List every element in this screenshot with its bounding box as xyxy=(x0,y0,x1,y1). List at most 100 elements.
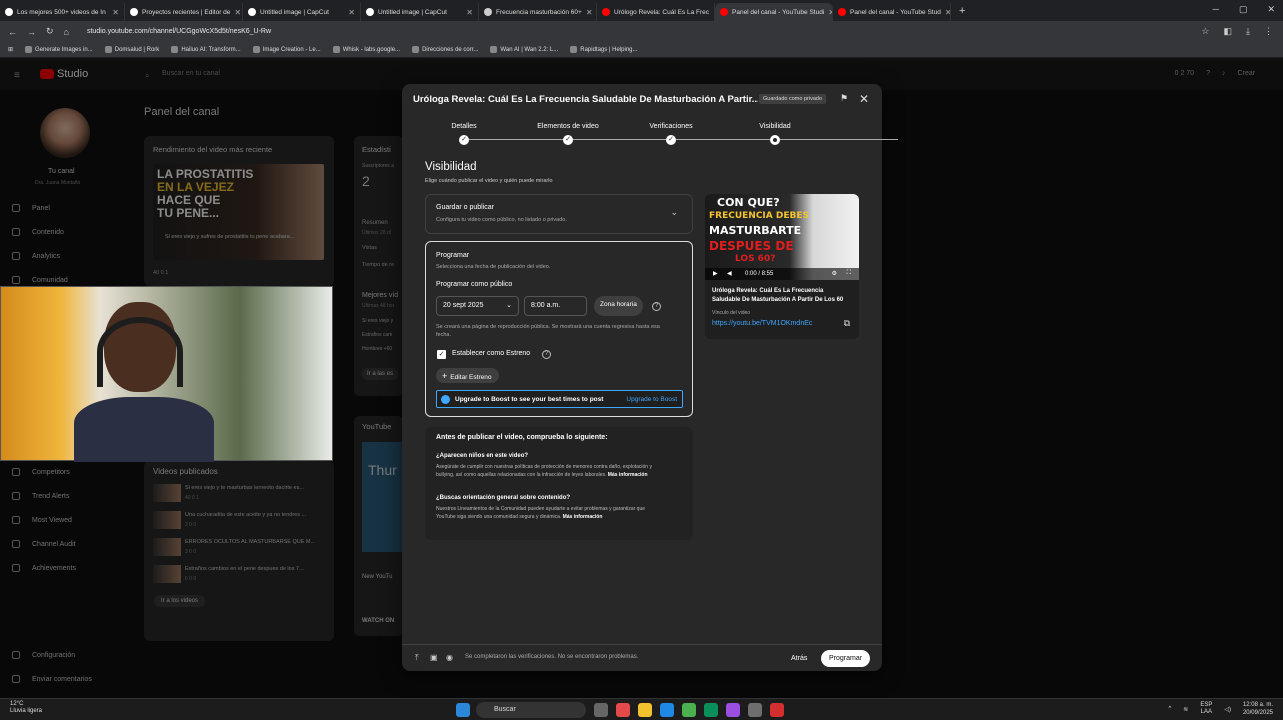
weather-widget[interactable]: 12°C Lluvia ligera xyxy=(10,701,42,715)
bookmark-item[interactable]: Domsalud | Rork xyxy=(104,46,159,53)
chevron-down-icon[interactable]: ⌄ xyxy=(670,207,678,218)
language-indicator[interactable]: ESP LAA xyxy=(1200,702,1212,716)
browser-tab[interactable]: Proyectos recientes | Editor de ✕ xyxy=(125,3,243,21)
whatsapp-icon[interactable] xyxy=(704,703,718,717)
video-link-label: Vínculo del video xyxy=(712,310,751,316)
premiere-label[interactable]: Establecer como Estreno xyxy=(452,350,530,357)
browser-tab[interactable]: Panel del canal - YouTube Stud ✕ xyxy=(833,3,951,21)
schedule-button[interactable]: Programar xyxy=(821,650,871,667)
bookmark-item[interactable]: Hailuo AI: Transform... xyxy=(171,46,241,53)
visibility-subheading: Elige cuándo publicar el video y quién p… xyxy=(425,178,553,184)
bookmark-item[interactable]: Image Creation - Le... xyxy=(252,46,321,53)
bookmark-icon xyxy=(490,46,498,53)
step-visibility[interactable]: Visibilidad xyxy=(759,123,790,130)
windows-start-icon[interactable] xyxy=(456,703,470,717)
download-icon[interactable]: ⤓ xyxy=(1246,26,1250,37)
tab-close-icon[interactable]: ✕ xyxy=(586,8,593,17)
date-select[interactable]: 20 sept 2025 ⌄ xyxy=(436,296,519,316)
schedule-note: Se creará una página de reproducción púb… xyxy=(436,324,660,338)
folder-icon[interactable] xyxy=(638,703,652,717)
more-info-link[interactable]: Más información xyxy=(563,514,603,520)
checks-heading: Antes de publicar el video, comprueba lo… xyxy=(436,434,608,441)
bookmark-item[interactable]: Rapidtags | Helping... xyxy=(570,46,638,53)
video-player[interactable]: CON QUE? FRECUENCIA DEBES MASTURBARTE DE… xyxy=(705,194,859,280)
tab-close-icon[interactable]: ✕ xyxy=(234,8,241,17)
tab-favicon-icon xyxy=(838,8,846,16)
bookmark-item[interactable]: Direcciones de corr... xyxy=(412,46,478,53)
tab-close-icon[interactable]: ✕ xyxy=(348,8,355,17)
store-icon[interactable] xyxy=(682,703,696,717)
menu-icon[interactable]: ⋮ xyxy=(1264,26,1273,37)
thumb-line: FRECUENCIA DEBES xyxy=(709,211,809,221)
minimize-button[interactable]: ─ xyxy=(1213,4,1219,15)
more-info-link[interactable]: Más información xyxy=(608,472,648,478)
new-tab-button[interactable]: + xyxy=(959,5,965,17)
extensions-icon[interactable]: ◧ xyxy=(1224,26,1233,37)
children-question: ¿Aparecen niños en este video? xyxy=(436,453,529,459)
task-view-icon[interactable] xyxy=(594,703,608,717)
app-icon[interactable] xyxy=(748,703,762,717)
volume-icon[interactable]: ◁) xyxy=(1224,706,1231,713)
browser-tab[interactable]: Untitled image | CapCut ✕ xyxy=(361,3,479,21)
copy-icon[interactable]: ⧉ xyxy=(844,318,850,329)
bookmark-label: Hailuo AI: Transform... xyxy=(181,46,241,53)
apps-icon[interactable]: ⊞ xyxy=(8,46,13,53)
fullscreen-icon[interactable]: ⛶ xyxy=(847,270,851,277)
upload-icon[interactable]: ⤒ xyxy=(415,653,419,663)
schedule-section: Programar Selecciona una fecha de public… xyxy=(425,241,693,417)
maximize-button[interactable]: ▢ xyxy=(1239,4,1248,15)
clock[interactable]: 12:08 a. m. 20/09/2025 xyxy=(1243,701,1273,717)
step-done-icon[interactable]: ✓ xyxy=(666,135,676,145)
edit-premiere-button[interactable]: + Editar Estreno xyxy=(436,368,500,383)
app-icon[interactable] xyxy=(726,703,740,717)
step-checks[interactable]: Verificaciones xyxy=(649,123,692,130)
url-field[interactable]: studio.youtube.com/channel/UCGgoWcX5d5t/… xyxy=(87,28,271,35)
volume-icon[interactable]: ◀ xyxy=(727,270,732,277)
wifi-icon[interactable]: ≋ xyxy=(1183,706,1188,713)
browser-tab[interactable]: Untitled image | CapCut ✕ xyxy=(243,3,361,21)
bookmark-item[interactable]: Whisk - labs.google... xyxy=(332,46,400,53)
upgrade-boost-link[interactable]: Upgrade to Boost xyxy=(626,396,677,403)
saved-private-badge: Guardado como privado xyxy=(759,94,827,104)
chrome-icon[interactable] xyxy=(616,703,630,717)
taskbar-search[interactable]: Buscar xyxy=(476,702,586,718)
back-button[interactable]: Atrás xyxy=(784,650,814,667)
step-current-icon[interactable] xyxy=(770,135,780,145)
play-icon[interactable]: ▶ xyxy=(713,270,718,277)
close-window-button[interactable]: ✕ xyxy=(1267,4,1275,15)
app-icon[interactable] xyxy=(770,703,784,717)
step-video-elements[interactable]: Elementos de video xyxy=(537,123,598,130)
close-dialog-icon[interactable]: ✕ xyxy=(859,92,869,106)
browser-tab[interactable]: Urólogo Revela: Cuál Es La Frec✕ xyxy=(597,3,715,21)
browser-tab[interactable]: Los mejores 500+ videos de In ✕ xyxy=(0,3,125,21)
bookmark-item[interactable]: Generate Images in... xyxy=(25,46,93,53)
time-select[interactable]: 8:00 a.m. xyxy=(524,296,587,316)
premiere-checkbox[interactable]: ✓ xyxy=(437,350,446,359)
video-link[interactable]: https://youtu.be/TVM1OKmdnEc xyxy=(712,320,812,327)
reload-icon[interactable]: ↻ xyxy=(46,26,54,37)
star-icon[interactable]: ☆ xyxy=(1201,26,1209,37)
tab-close-icon[interactable]: ✕ xyxy=(112,8,119,17)
step-details[interactable]: Detalles xyxy=(451,123,476,130)
home-icon[interactable]: ⌂ xyxy=(64,27,69,37)
tab-close-icon[interactable]: ✕ xyxy=(945,8,950,17)
step-done-icon[interactable]: ✓ xyxy=(563,135,573,145)
bookmarks-bar: ⊞ Generate Images in... Domsalud | Rork Hai… xyxy=(0,42,1283,58)
back-icon[interactable]: ← xyxy=(8,27,17,37)
flag-icon[interactable]: ⚑ xyxy=(840,93,848,104)
tab-favicon-icon xyxy=(248,8,256,16)
weather-text: Lluvia ligera xyxy=(10,708,43,714)
save-or-publish-section[interactable]: Guardar o publicar Configura tu video co… xyxy=(425,194,693,234)
browser-tab[interactable]: Frecuencia masturbación 60+ ✕ xyxy=(479,3,597,21)
bookmark-item[interactable]: Wan AI | Wan 2.2: L... xyxy=(490,46,558,53)
tab-close-icon[interactable]: ✕ xyxy=(466,8,473,17)
forward-icon[interactable]: → xyxy=(27,27,36,37)
tray-chevron-icon[interactable]: ^ xyxy=(1168,706,1171,712)
timezone-button[interactable]: Zona horaria xyxy=(594,296,643,316)
edge-icon[interactable] xyxy=(660,703,674,717)
step-done-icon[interactable]: ✓ xyxy=(459,135,469,145)
help-icon[interactable]: ? xyxy=(652,302,661,311)
browser-tab[interactable]: Panel del canal - YouTube Studi✕ xyxy=(715,3,833,21)
help-icon[interactable]: ? xyxy=(542,350,551,359)
settings-icon[interactable]: ⚙ xyxy=(832,270,837,277)
